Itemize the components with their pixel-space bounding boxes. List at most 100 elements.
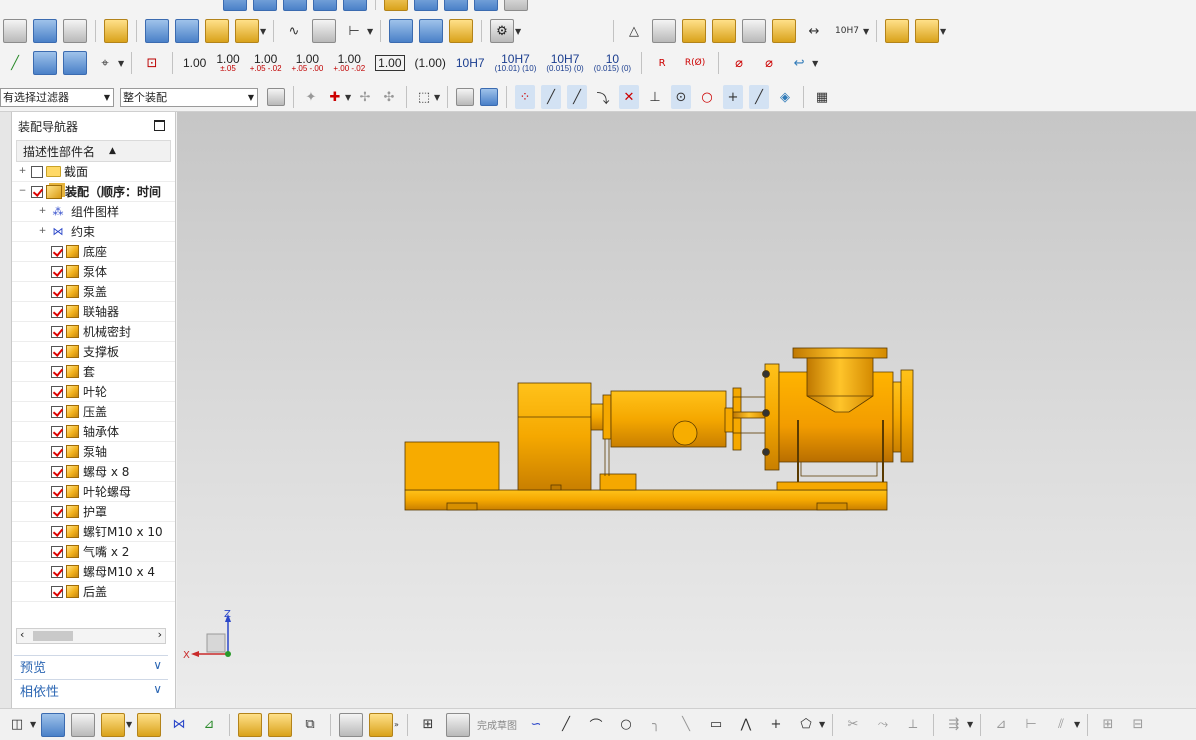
column-header[interactable]: 描述性部件名 ▲	[16, 140, 171, 162]
snap-icon[interactable]: ✢	[356, 85, 374, 109]
align-icon[interactable]: ⊿	[197, 713, 221, 737]
cube-blue-icon[interactable]	[283, 0, 307, 11]
visibility-checkbox[interactable]	[51, 505, 63, 518]
tree-row[interactable]: 轴承体	[12, 422, 175, 442]
tolerance-style-10[interactable]: 10 (0.015) (0)	[594, 53, 631, 73]
chevron-down-icon[interactable]: ▼	[812, 59, 820, 68]
visibility-checkbox[interactable]	[51, 365, 63, 378]
dimension-icon[interactable]: ↔	[802, 19, 826, 43]
radius-icon[interactable]: R	[650, 51, 674, 75]
tolerance-style-0[interactable]: 1.00	[183, 57, 206, 69]
corner-icon[interactable]: ⟂	[901, 713, 925, 737]
tree-row[interactable]: 叶轮	[12, 382, 175, 402]
cube-blue-icon[interactable]	[414, 0, 438, 11]
tree-row[interactable]: 泵盖	[12, 282, 175, 302]
tool-icon[interactable]	[175, 19, 199, 43]
visibility-checkbox[interactable]	[51, 585, 63, 598]
visibility-checkbox[interactable]	[51, 525, 63, 538]
spring-icon[interactable]	[419, 19, 443, 43]
pump-assembly-model[interactable]: Z X	[177, 112, 1196, 708]
tree-row[interactable]: 泵轴	[12, 442, 175, 462]
tree-row[interactable]: 支撑板	[12, 342, 175, 362]
tree-row[interactable]: − 装配（顺序：时间	[12, 182, 175, 202]
tolerance-10h7-icon[interactable]: 10H7	[832, 19, 862, 43]
expand-icon[interactable]: +	[38, 207, 47, 216]
tree-row[interactable]: 泵体	[12, 262, 175, 282]
arc-icon[interactable]: ⌒	[584, 713, 608, 737]
tree-row[interactable]: 联轴器	[12, 302, 175, 322]
move-component-icon[interactable]	[137, 712, 161, 737]
visibility-checkbox[interactable]	[51, 305, 63, 318]
chevron-down-icon[interactable]: ▼	[118, 59, 126, 68]
visibility-checkbox[interactable]	[51, 465, 63, 478]
constraint-grid-icon[interactable]: ⊟	[1126, 713, 1150, 737]
visibility-checkbox[interactable]	[51, 565, 63, 578]
gold-cube-icon[interactable]	[885, 19, 909, 43]
add-component-icon[interactable]	[101, 712, 125, 737]
line-icon[interactable]: ╱	[3, 51, 27, 75]
rectangle-icon[interactable]: ▭	[704, 713, 728, 737]
table-icon[interactable]	[652, 19, 676, 43]
visibility-checkbox[interactable]	[51, 445, 63, 458]
tolerance-style-1[interactable]: 1.00 ±.05	[216, 53, 239, 73]
chevron-down-icon[interactable]: ▼	[30, 720, 38, 729]
snap-point-icon[interactable]: +	[723, 85, 743, 109]
gold-cube-icon[interactable]	[268, 712, 292, 737]
body-icon[interactable]	[480, 88, 498, 106]
horizontal-scrollbar[interactable]: ‹ ›	[16, 628, 166, 644]
line-icon[interactable]: ╱	[554, 713, 578, 737]
tolerance-style-7[interactable]: 10H7	[456, 57, 485, 69]
grid-add-icon[interactable]	[682, 19, 706, 43]
tolerance-style-9[interactable]: 10H7 (0.015) (0)	[546, 53, 583, 73]
scroll-right-icon[interactable]: ›	[158, 628, 162, 641]
tolerance-style-2[interactable]: 1.00 +.05 -.02	[250, 53, 282, 73]
gauge-icon[interactable]: ⊢	[342, 19, 366, 43]
visibility-checkbox[interactable]	[51, 405, 63, 418]
surface-icon[interactable]	[312, 19, 336, 43]
tree-row[interactable]: 护罩	[12, 502, 175, 522]
gear-icon[interactable]: ⚙	[490, 19, 514, 43]
curve-icon[interactable]: ∿	[282, 19, 306, 43]
cube-blue-icon[interactable]	[253, 0, 277, 11]
chevron-down-icon[interactable]: ▼	[367, 27, 375, 36]
visibility-checkbox[interactable]	[51, 245, 63, 258]
table-icon[interactable]	[63, 51, 87, 75]
book-icon[interactable]	[33, 19, 57, 43]
chamfer-icon[interactable]: ╲	[674, 713, 698, 737]
snap-tangent-icon[interactable]: ⊥	[645, 85, 665, 109]
geometric-constraint-icon[interactable]: ⫽	[1049, 713, 1073, 737]
cube-edit-icon[interactable]	[205, 19, 229, 43]
chevron-down-icon[interactable]: ▼	[260, 27, 268, 36]
view-icon[interactable]	[474, 0, 498, 11]
triangle-icon[interactable]: △	[622, 19, 646, 43]
chain-icon[interactable]	[369, 712, 393, 737]
gold-cube-icon[interactable]	[384, 0, 408, 11]
maximize-icon[interactable]	[154, 120, 165, 131]
type-filter-select[interactable]: 有选择过滤器 ▼	[0, 87, 114, 107]
tree-row[interactable]: + ⁂ 组件图样	[12, 202, 175, 222]
tree-row[interactable]: + 截面	[12, 162, 175, 182]
visibility-checkbox[interactable]	[51, 385, 63, 398]
visibility-checkbox[interactable]	[51, 285, 63, 298]
diameter-icon[interactable]: ⌀	[757, 51, 781, 75]
note-icon[interactable]	[104, 19, 128, 43]
dependency-panel[interactable]: 相依性 ∨	[14, 679, 168, 701]
profile-icon[interactable]: ∽	[524, 713, 548, 737]
circle-icon[interactable]: ○	[614, 713, 638, 737]
chevron-down-icon[interactable]: ▼	[126, 720, 134, 729]
snap-face-icon[interactable]: ◈	[775, 85, 795, 109]
select-feature-icon[interactable]: ✦	[302, 85, 320, 109]
finish-sketch-label[interactable]: 完成草图	[477, 717, 517, 732]
visibility-checkbox[interactable]	[51, 265, 63, 278]
diameter-icon[interactable]: ⌀	[727, 51, 751, 75]
visibility-checkbox[interactable]	[51, 345, 63, 358]
chevron-down-icon[interactable]: ▼	[515, 27, 523, 36]
tree-row[interactable]: + ⋈ 约束	[12, 222, 175, 242]
expand-icon[interactable]: +	[38, 227, 47, 236]
tree-row[interactable]: 套	[12, 362, 175, 382]
visibility-checkbox[interactable]	[51, 545, 63, 558]
view-icon[interactable]	[444, 0, 468, 11]
filter-reset-icon[interactable]	[267, 88, 285, 106]
grid-toggle-icon[interactable]: ▦	[812, 85, 832, 109]
show-constraints-icon[interactable]: ⊞	[1096, 713, 1120, 737]
